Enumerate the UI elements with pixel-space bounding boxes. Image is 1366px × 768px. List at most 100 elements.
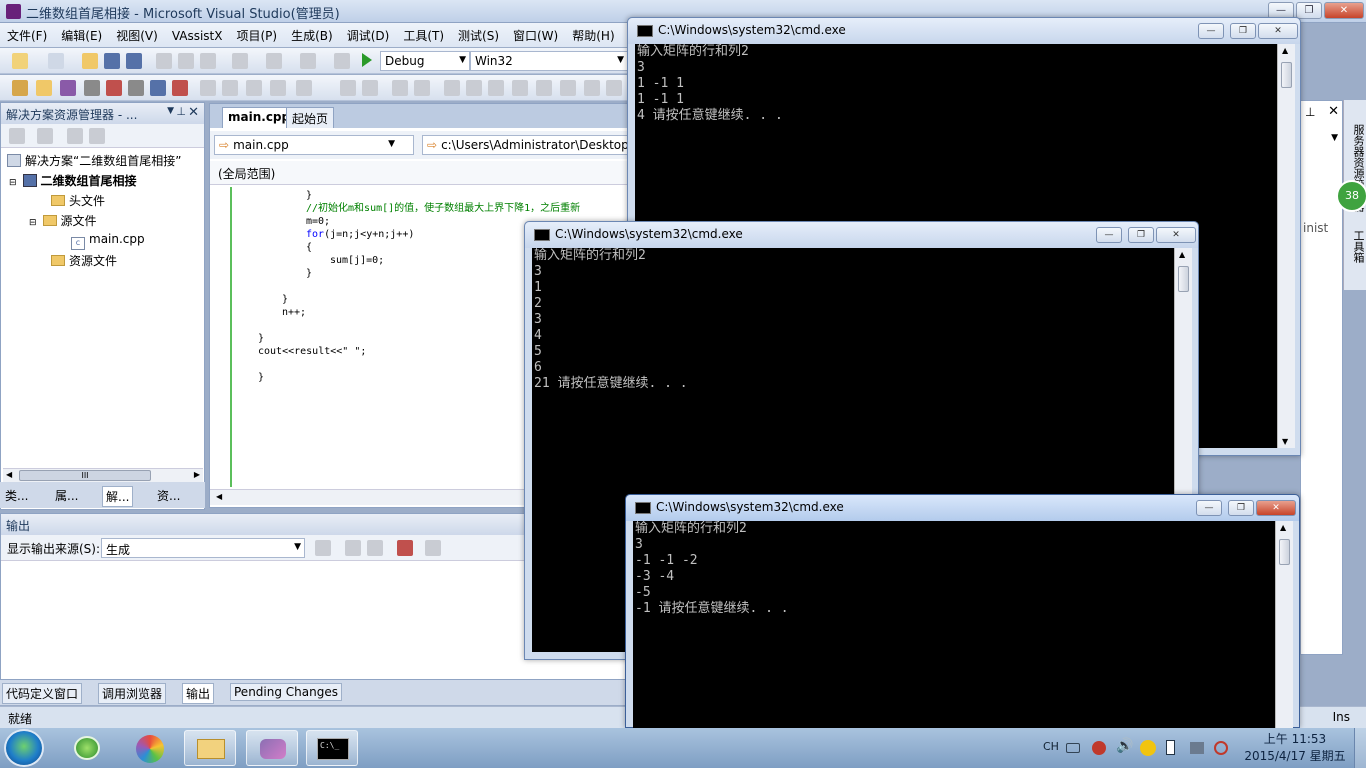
keyboard-icon[interactable]: [1066, 743, 1080, 753]
tab-call-browser[interactable]: 调用浏览器: [98, 683, 167, 704]
tab-toolbox[interactable]: 工具箱: [1346, 230, 1365, 263]
scroll-up-icon[interactable]: ▲: [1179, 250, 1185, 259]
cmd-console-output[interactable]: 输入矩阵的行和列2 3 -1 -1 -2 -3 -4 -5 -1 请按任意键继续. . .: [633, 521, 1275, 729]
show-desktop-button[interactable]: [1354, 728, 1366, 768]
minimize-button[interactable]: —: [1196, 500, 1222, 516]
complete-word-icon[interactable]: [270, 80, 286, 96]
project-node[interactable]: ⊟ 二维数组首尾相接: [9, 172, 137, 189]
uncomment-icon[interactable]: [414, 80, 430, 96]
close-button[interactable]: ✕: [1324, 2, 1364, 19]
cmd-vertical-scrollbar[interactable]: ▲: [1275, 521, 1293, 729]
comment-icon[interactable]: [392, 80, 408, 96]
taskbar-explorer-icon[interactable]: [184, 730, 236, 766]
folder-resource-files[interactable]: 资源文件: [51, 252, 117, 269]
list-methods-icon[interactable]: [150, 80, 166, 96]
chevron-down-icon[interactable]: ▼: [1331, 133, 1338, 143]
open-folder-icon[interactable]: [82, 53, 98, 69]
decrease-indent-icon[interactable]: [340, 80, 356, 96]
previous-bookmark-in-document-icon[interactable]: [560, 80, 576, 96]
minimize-button[interactable]: —: [1096, 227, 1122, 243]
next-bookmark-icon[interactable]: [488, 80, 504, 96]
battery-icon[interactable]: [1166, 740, 1175, 755]
solution-configuration-dropdown[interactable]: Debug ▼: [380, 51, 470, 71]
menu-vassistx[interactable]: VAssistX: [165, 25, 230, 43]
file-main-cpp[interactable]: c main.cpp: [71, 232, 145, 250]
folder-header-files[interactable]: 头文件: [51, 192, 105, 209]
solution-platform-dropdown[interactable]: Win32 ▼: [470, 51, 628, 71]
menu-edit[interactable]: 编辑(E): [54, 23, 109, 44]
maximize-button[interactable]: ❐: [1228, 500, 1254, 516]
scroll-left-icon[interactable]: ◀: [216, 492, 222, 501]
notification-badge[interactable]: 38: [1336, 180, 1366, 212]
pin-icon[interactable]: ⊥: [176, 105, 186, 118]
menu-test[interactable]: 测试(S): [451, 23, 506, 44]
path-dropdown[interactable]: ⇨ c:\Users\Administrator\Desktop: [422, 135, 628, 155]
find-symbol-icon[interactable]: [36, 80, 52, 96]
menu-debug[interactable]: 调试(D): [340, 23, 397, 44]
taskbar-browser-icon[interactable]: [124, 730, 176, 766]
security-icon[interactable]: [1092, 741, 1106, 755]
class-diagram-icon[interactable]: [89, 128, 105, 144]
find-message-icon[interactable]: [315, 540, 331, 556]
minimize-button[interactable]: —: [1198, 23, 1224, 39]
volume-icon[interactable]: 🔊: [1116, 738, 1133, 754]
paste-icon[interactable]: [200, 53, 216, 69]
scroll-up-icon[interactable]: ▲: [1282, 46, 1288, 55]
scrollbar-thumb[interactable]: [1281, 62, 1292, 88]
update-icon[interactable]: [1140, 740, 1156, 756]
open-file-in-solution-icon[interactable]: [12, 80, 28, 96]
spell-check-icon[interactable]: [172, 80, 188, 96]
menu-window[interactable]: 窗口(W): [506, 23, 565, 44]
maximize-button[interactable]: ❐: [1296, 2, 1322, 19]
tab-main-cpp[interactable]: main.cpp: [222, 107, 297, 128]
save-icon[interactable]: [104, 53, 120, 69]
menu-build[interactable]: 生成(B): [284, 23, 340, 44]
font-size-icon[interactable]: [296, 80, 312, 96]
menu-help[interactable]: 帮助(H): [565, 23, 621, 44]
previous-bookmark-icon[interactable]: [466, 80, 482, 96]
toggle-bookmark-icon[interactable]: [444, 80, 460, 96]
menu-view[interactable]: 视图(V): [109, 23, 165, 44]
next-message-icon[interactable]: [367, 540, 383, 556]
undo-icon[interactable]: [232, 53, 248, 69]
maximize-button[interactable]: ❐: [1128, 227, 1154, 243]
save-all-icon[interactable]: [126, 53, 142, 69]
format-icon[interactable]: [246, 80, 262, 96]
navigate-backward-icon[interactable]: [300, 53, 316, 69]
open-corresponding-icon[interactable]: [128, 80, 144, 96]
toggle-word-wrap-icon[interactable]: [425, 540, 441, 556]
insert-snippet-icon[interactable]: [222, 80, 238, 96]
solution-node[interactable]: 解决方案“二维数组首尾相接”: [7, 152, 181, 169]
menu-file[interactable]: 文件(F): [0, 23, 54, 44]
scroll-left-icon[interactable]: ◀: [6, 470, 12, 479]
scroll-down-icon[interactable]: ▼: [1282, 437, 1288, 446]
input-language-indicator[interactable]: CH: [1043, 740, 1059, 753]
maximize-button[interactable]: ❐: [1230, 23, 1256, 39]
scroll-right-icon[interactable]: ▶: [194, 470, 200, 479]
tab-output[interactable]: 输出: [182, 683, 215, 704]
tab-solution-explorer[interactable]: 解...: [102, 486, 134, 507]
close-button[interactable]: ✕: [1256, 500, 1296, 516]
file-dropdown[interactable]: ⇨ main.cpp ▼: [214, 135, 414, 155]
previous-bookmark-in-folder-icon[interactable]: [512, 80, 528, 96]
close-button[interactable]: ✕: [1258, 23, 1298, 39]
horizontal-scrollbar[interactable]: ◀ III ▶: [3, 468, 203, 482]
start-button[interactable]: [4, 729, 44, 767]
output-source-dropdown[interactable]: 生成 ▼: [101, 538, 305, 558]
find-references-icon[interactable]: [60, 80, 76, 96]
scroll-up-icon[interactable]: ▲: [1280, 523, 1286, 532]
start-debugging-icon[interactable]: [362, 53, 372, 67]
cut-icon[interactable]: [156, 53, 172, 69]
previous-message-icon[interactable]: [345, 540, 361, 556]
tab-start-page[interactable]: 起始页: [286, 107, 335, 128]
next-bookmark-in-document-icon[interactable]: [584, 80, 600, 96]
network-disconnected-icon[interactable]: [1214, 741, 1228, 755]
scope-dropdown[interactable]: (全局范围): [210, 161, 628, 185]
clear-all-icon[interactable]: [397, 540, 413, 556]
tab-resource-view[interactable]: 资...: [154, 486, 183, 505]
system-clock[interactable]: 上午 11:53 2015/4/17 星期五: [1240, 731, 1350, 765]
folder-source-files[interactable]: ⊟ 源文件: [29, 212, 97, 229]
navigate-forward-icon[interactable]: [334, 53, 350, 69]
redo-icon[interactable]: [266, 53, 282, 69]
scrollbar-thumb[interactable]: [1279, 539, 1290, 565]
